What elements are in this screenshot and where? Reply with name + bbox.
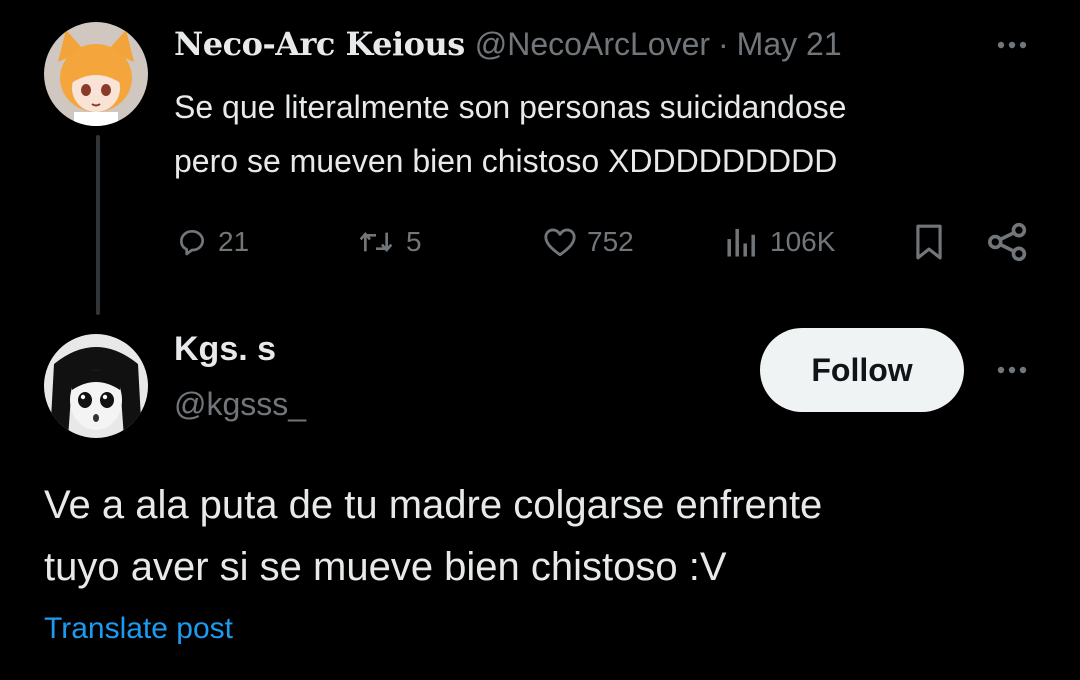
manga-girl-avatar-icon xyxy=(44,334,148,438)
reply-author-handle[interactable]: @kgsss_ xyxy=(174,386,306,423)
reply-tweet-line: tuyo aver si se mueve bien chistoso :V xyxy=(44,545,727,589)
bookmark-icon xyxy=(916,224,942,260)
views-icon xyxy=(727,228,755,257)
views-button[interactable]: 106K xyxy=(724,214,835,270)
reply-author-avatar[interactable] xyxy=(44,334,148,438)
bookmark-button[interactable] xyxy=(912,214,946,270)
parent-author-avatar[interactable] xyxy=(44,22,148,126)
parent-tweet-text: Se que literalmente son personas suicida… xyxy=(174,80,1054,188)
header-separator: · xyxy=(718,25,729,62)
like-count: 752 xyxy=(587,226,634,257)
reply-tweet-text: Ve a ala puta de tu madre colgarse enfre… xyxy=(44,474,1044,598)
parent-tweet-header: Neco-Arc Keious @NecoArcLover · May 21 xyxy=(174,22,842,66)
reply-button[interactable]: 21 xyxy=(176,214,249,270)
views-count: 106K xyxy=(770,226,836,257)
reply-author-name[interactable]: Kgs. s xyxy=(174,330,276,369)
parent-author-name[interactable]: Neco-Arc Keious xyxy=(174,25,465,63)
follow-button[interactable]: Follow xyxy=(760,328,964,412)
parent-action-bar: 21 5 752 106K xyxy=(0,214,1080,270)
translate-post-link[interactable]: Translate post xyxy=(44,612,233,646)
anime-cat-girl-avatar-icon xyxy=(44,22,148,126)
parent-author-handle[interactable]: @NecoArcLover xyxy=(475,26,710,63)
parent-tweet-line: Se que literalmente son personas suicida… xyxy=(174,89,847,125)
parent-more-button[interactable] xyxy=(990,30,1034,60)
more-icon xyxy=(997,366,1027,374)
parent-tweet-line: pero se mueven bien chistoso XDDDDDDDDD xyxy=(174,143,838,179)
share-button[interactable] xyxy=(986,214,1030,270)
like-button[interactable]: 752 xyxy=(543,214,634,270)
share-icon xyxy=(988,222,1027,262)
parent-tweet-date[interactable]: May 21 xyxy=(737,26,842,63)
reply-tweet-line: Ve a ala puta de tu madre colgarse enfre… xyxy=(44,483,823,527)
reply-more-button[interactable] xyxy=(990,355,1034,385)
repost-icon xyxy=(359,231,393,253)
reply-count: 21 xyxy=(218,226,250,257)
like-icon xyxy=(544,228,576,257)
repost-button[interactable]: 5 xyxy=(356,214,422,270)
reply-icon xyxy=(180,230,204,256)
repost-count: 5 xyxy=(406,226,422,257)
more-icon xyxy=(997,41,1027,49)
